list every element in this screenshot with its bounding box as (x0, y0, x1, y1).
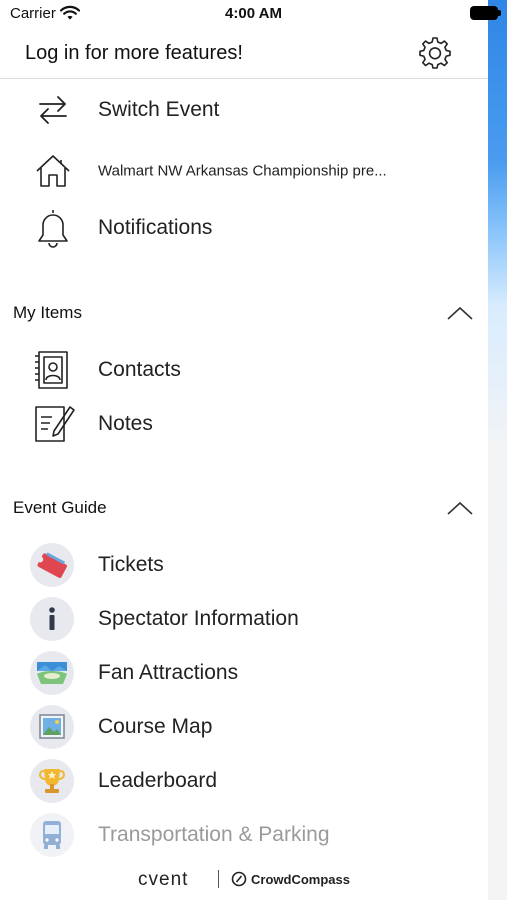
menu-item-event-home[interactable]: Walmart NW Arkansas Championship pre... (0, 148, 488, 194)
menu-item-label: Switch Event (98, 98, 220, 121)
menu-item-label: Spectator Information (98, 607, 299, 630)
menu-item-label: Tickets (98, 553, 164, 576)
menu-item-notifications[interactable]: Notifications (0, 205, 488, 251)
notes-pencil-icon (35, 406, 75, 442)
contacts-book-icon (35, 351, 68, 389)
chevron-up-icon[interactable] (446, 305, 474, 321)
trophy-icon (30, 759, 74, 803)
home-icon (36, 155, 70, 187)
drawer-header: Log in for more features! (0, 30, 488, 79)
section-title: Event Guide (13, 498, 107, 517)
section-header-event-guide[interactable]: Event Guide (0, 488, 488, 528)
gear-icon[interactable] (418, 36, 452, 70)
menu-item-label: Fan Attractions (98, 661, 239, 684)
menu-item-tickets[interactable]: Tickets (0, 542, 488, 588)
landscape-icon (30, 651, 74, 695)
login-prompt[interactable]: Log in for more features! (25, 42, 243, 65)
menu-item-label: Course Map (98, 715, 213, 738)
menu-item-label: Transportation & Parking (98, 823, 330, 846)
section-title: My Items (13, 303, 82, 322)
info-icon (30, 597, 74, 641)
navigation-drawer: Carrier Log in for more features! Switch… (0, 0, 488, 900)
chevron-up-icon[interactable] (446, 500, 474, 516)
menu-item-leaderboard[interactable]: Leaderboard (0, 758, 488, 804)
footer-divider (218, 870, 219, 888)
bus-icon (30, 813, 74, 857)
menu-item-label: Leaderboard (98, 769, 218, 792)
bell-icon (38, 210, 68, 248)
menu-item-fan-attractions[interactable]: Fan Attractions (0, 650, 488, 696)
map-picture-icon (30, 705, 74, 749)
menu-item-label: Walmart NW Arkansas Championship pre... (98, 162, 387, 180)
status-time: 4:00 AM (225, 5, 282, 22)
switch-arrows-icon (39, 96, 67, 124)
menu-item-spectator-information[interactable]: Spectator Information (0, 596, 488, 642)
menu-item-label: Notes (98, 412, 153, 435)
menu-item-transportation-parking[interactable]: Transportation & Parking (0, 812, 488, 858)
section-header-my-items[interactable]: My Items (0, 293, 488, 333)
menu-item-contacts[interactable]: Contacts (0, 347, 488, 393)
menu-item-course-map[interactable]: Course Map (0, 704, 488, 750)
menu-item-switch-event[interactable]: Switch Event (0, 87, 488, 133)
crowdcompass-logo-text: CrowdCompass (251, 872, 350, 887)
crowdcompass-logo-icon (231, 871, 247, 887)
battery-icon (470, 6, 498, 20)
ticket-icon (30, 543, 74, 587)
underlying-screen-edge[interactable] (488, 0, 507, 900)
powered-by-footer: cvent CrowdCompass (0, 862, 488, 896)
menu-item-label: Contacts (98, 358, 181, 381)
menu-item-label: Notifications (98, 216, 213, 239)
cvent-logo: cvent (138, 869, 189, 890)
battery-tip (498, 10, 501, 16)
menu-item-notes[interactable]: Notes (0, 401, 488, 447)
